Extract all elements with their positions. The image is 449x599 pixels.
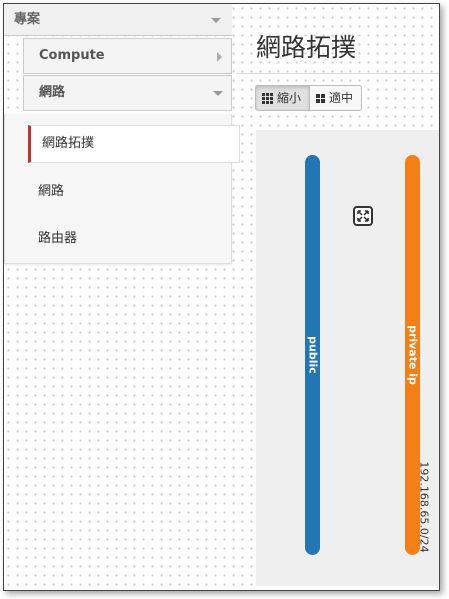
compute-accordion-header[interactable]: Compute [23, 38, 232, 74]
grid-small-icon [262, 92, 273, 104]
small-view-label: 縮小 [277, 91, 302, 105]
normal-view-label: 適中 [329, 91, 354, 105]
sidebar-item-network-topology[interactable]: 網路拓撲 [28, 125, 240, 163]
sidebar-item-label: 網路拓撲 [42, 136, 95, 151]
collapse-arrows-icon[interactable] [353, 206, 373, 226]
project-header-label: 專案 [14, 12, 41, 27]
network-header-label: 網路 [39, 85, 66, 100]
network-name-label: private ip [406, 325, 419, 385]
network-accordion-header[interactable]: 網路 [23, 75, 232, 111]
app-frame: 專案 Compute 網路 網路拓撲 網路 路由器 網路拓撲 縮小 適中 pub… [3, 3, 440, 591]
small-view-button[interactable]: 縮小 [255, 85, 311, 111]
sidebar-item-networks[interactable]: 網路 [38, 182, 64, 202]
sidebar-item-label: 路由器 [38, 231, 78, 246]
sidebar-item-routers[interactable]: 路由器 [38, 229, 77, 249]
chevron-down-icon [211, 18, 221, 23]
normal-view-button[interactable]: 適中 [310, 85, 363, 111]
network-name-label: public [306, 336, 319, 374]
page-title: 網路拓撲 [256, 33, 357, 62]
chevron-right-icon [217, 52, 222, 62]
network-public[interactable]: public [305, 155, 320, 555]
project-accordion-header[interactable]: 專案 [4, 4, 232, 36]
sidebar-item-label: 網路 [38, 184, 65, 199]
view-size-toggle: 縮小 適中 [255, 85, 363, 111]
subnet-cidr-label: 192.168.65.0/24 [417, 461, 431, 553]
grid-large-icon [316, 93, 326, 103]
chevron-down-icon [213, 91, 223, 96]
compute-header-label: Compute [39, 48, 105, 63]
title-divider [236, 73, 439, 74]
